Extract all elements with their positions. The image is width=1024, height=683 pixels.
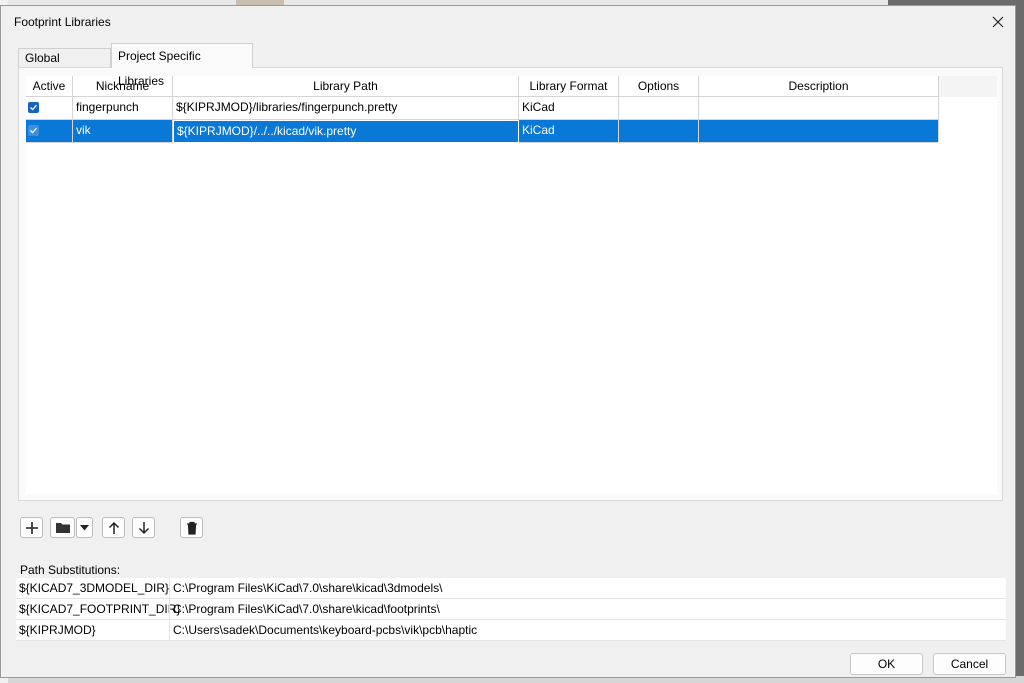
move-up-button[interactable]	[102, 517, 125, 538]
dropdown-arrow-icon	[80, 524, 89, 530]
table-row-selected[interactable]: vik ${KIPRJMOD}/../../kicad/vik.pretty K…	[26, 120, 939, 143]
column-divider	[169, 578, 170, 599]
active-checkbox[interactable]	[28, 125, 39, 136]
library-path-cell[interactable]: ${KIPRJMOD}/libraries/fingerpunch.pretty	[173, 97, 519, 120]
arrow-up-icon	[108, 521, 119, 534]
plus-icon	[25, 521, 38, 534]
library-table: Active Nickname Library Path Library For…	[26, 76, 997, 494]
remove-library-button[interactable]	[180, 517, 203, 538]
list-item: ${KICAD7_3DMODEL_DIR} C:\Program Files\K…	[16, 578, 1006, 599]
active-cell[interactable]	[26, 120, 73, 143]
substitution-name: ${KICAD7_FOOTPRINT_DIR}	[19, 602, 181, 616]
active-cell[interactable]	[26, 97, 73, 120]
add-library-button[interactable]	[20, 517, 43, 538]
list-item: ${KICAD7_FOOTPRINT_DIR} C:\Program Files…	[16, 599, 1006, 620]
options-cell[interactable]	[619, 97, 699, 120]
substitution-name: ${KIPRJMOD}	[19, 623, 96, 637]
column-header-active[interactable]: Active	[26, 76, 73, 97]
browse-libraries-button[interactable]	[50, 517, 75, 538]
libraries-panel: Active Nickname Library Path Library For…	[18, 67, 1003, 501]
column-divider	[169, 599, 170, 620]
library-format-cell[interactable]: KiCad	[519, 120, 619, 143]
ok-button[interactable]: OK	[850, 653, 923, 675]
active-checkbox[interactable]	[28, 102, 39, 113]
checkmark-icon	[30, 127, 37, 134]
substitution-value: C:\Users\sadek\Documents\keyboard-pcbs\v…	[173, 623, 478, 637]
library-format-cell[interactable]: KiCad	[519, 97, 619, 120]
column-header-options[interactable]: Options	[619, 76, 699, 97]
column-divider	[169, 620, 170, 641]
close-button[interactable]	[987, 11, 1009, 33]
window-title: Footprint Libraries	[14, 15, 111, 29]
move-down-button[interactable]	[132, 517, 155, 538]
substitution-value: C:\Program Files\KiCad\7.0\share\kicad\3…	[173, 581, 443, 595]
description-cell[interactable]	[699, 120, 939, 143]
column-header-library-path[interactable]: Library Path	[173, 76, 519, 97]
tab-project-specific-libraries[interactable]: Project Specific Libraries	[111, 43, 253, 88]
path-substitutions-label: Path Substitutions:	[20, 563, 121, 577]
cancel-button[interactable]: Cancel	[933, 653, 1006, 675]
footprint-libraries-dialog: Footprint Libraries Global Libraries Pro…	[0, 5, 1016, 678]
nickname-cell[interactable]: fingerpunch	[73, 97, 173, 120]
table-row[interactable]: fingerpunch ${KIPRJMOD}/libraries/finger…	[26, 97, 939, 120]
title-bar: Footprint Libraries	[1, 6, 1015, 36]
close-icon	[992, 16, 1004, 28]
list-item: ${KIPRJMOD} C:\Users\sadek\Documents\key…	[16, 620, 1006, 641]
options-cell[interactable]	[619, 120, 699, 143]
table-body	[26, 97, 997, 494]
browse-options-dropdown[interactable]	[76, 517, 93, 538]
column-header-description[interactable]: Description	[699, 76, 939, 97]
trash-icon	[186, 521, 197, 535]
tab-global-libraries[interactable]: Global Libraries	[18, 48, 111, 84]
substitution-value: C:\Program Files\KiCad\7.0\share\kicad\f…	[173, 602, 440, 616]
library-path-cell[interactable]: ${KIPRJMOD}/../../kicad/vik.pretty	[173, 120, 519, 143]
folder-icon	[55, 523, 70, 533]
description-cell[interactable]	[699, 97, 939, 120]
checkmark-icon	[30, 104, 37, 111]
nickname-cell[interactable]: vik	[73, 120, 173, 143]
arrow-down-icon	[138, 521, 149, 534]
column-header-library-format[interactable]: Library Format	[519, 76, 619, 97]
substitution-name: ${KICAD7_3DMODEL_DIR}	[19, 581, 170, 595]
